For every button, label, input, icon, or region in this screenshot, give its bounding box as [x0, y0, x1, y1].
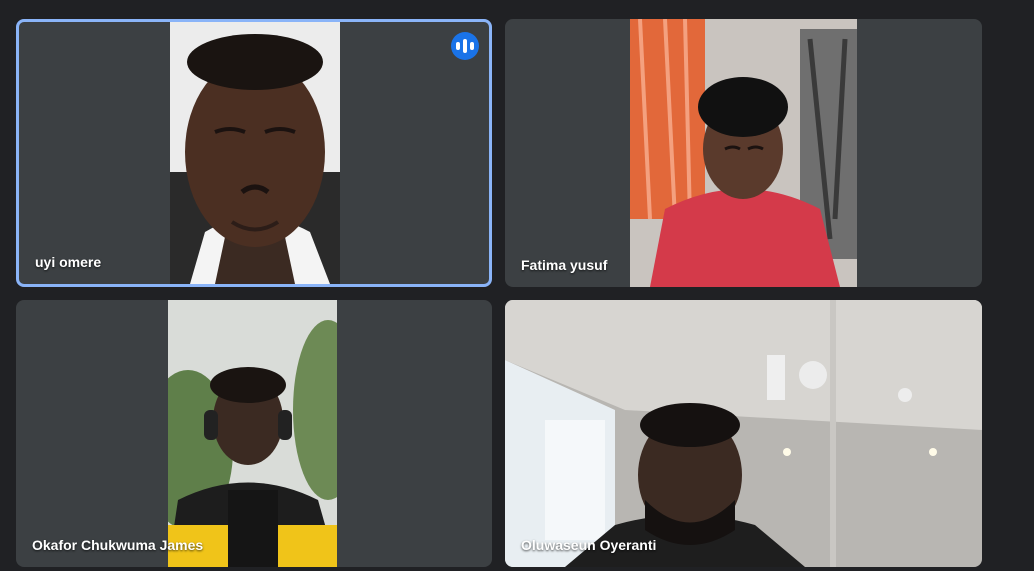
side-panel-edge [1004, 0, 1034, 571]
participant-tile-fatima-yusuf[interactable]: Fatima yusuf [505, 19, 982, 287]
video-frame-uyi-omere [170, 22, 340, 284]
participant-video [505, 300, 982, 567]
participant-video [630, 19, 857, 287]
audio-levels-icon [451, 32, 479, 60]
video-frame-fatima-yusuf [630, 19, 857, 287]
participant-tile-oluwaseun-oyeranti[interactable]: Oluwaseun Oyeranti [505, 300, 982, 567]
video-frame-oluwaseun-oyeranti [505, 300, 982, 567]
participant-tile-uyi-omere[interactable]: uyi omere [16, 19, 492, 287]
participant-name: Oluwaseun Oyeranti [521, 537, 657, 553]
video-frame-okafor-chukwuma-james [168, 300, 337, 567]
participant-name: Fatima yusuf [521, 257, 608, 273]
participant-name: Okafor Chukwuma James [32, 537, 204, 553]
participant-tile-okafor-chukwuma-james[interactable]: Okafor Chukwuma James [16, 300, 492, 567]
participant-name: uyi omere [35, 254, 102, 270]
participant-video [168, 300, 337, 567]
participant-video [170, 22, 340, 284]
